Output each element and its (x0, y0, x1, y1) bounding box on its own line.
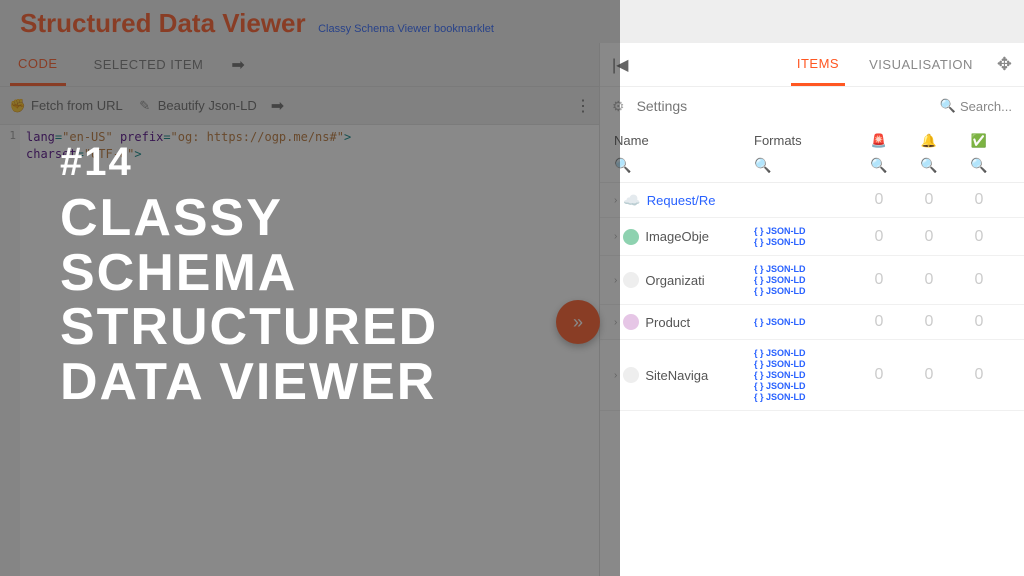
count-cell: 0 (904, 191, 954, 209)
items-list: ›☁️Request/Re000›ImageObjeJSON-LDJSON-LD… (600, 183, 1024, 411)
col-errors-icon[interactable]: 🚨 (854, 133, 904, 149)
expand-fab[interactable]: » (556, 300, 600, 344)
item-name-label: Organizati (645, 273, 704, 288)
pencil-icon: ✎ (137, 98, 153, 114)
format-badge: JSON-LD (754, 317, 854, 327)
table-header: Name Formats 🚨 🔔 ✅ (600, 125, 1024, 153)
item-name-label: SiteNaviga (645, 368, 708, 383)
filter-warnings[interactable]: 🔍 (904, 157, 954, 174)
item-name-label: Request/Re (647, 193, 716, 208)
count-cell: 0 (954, 191, 1004, 209)
count-cell: 0 (854, 366, 904, 384)
table-row[interactable]: ›ImageObjeJSON-LDJSON-LD000 (600, 218, 1024, 256)
line-gutter: 1 (0, 125, 20, 576)
chevron-right-icon[interactable]: › (614, 370, 617, 381)
item-name-label: Product (645, 315, 690, 330)
table-row[interactable]: ›☁️Request/Re000 (600, 183, 1024, 218)
fetch-icon: ✊ (10, 98, 26, 114)
more-menu-icon[interactable]: ⋮ (575, 96, 589, 116)
search-placeholder: Search... (960, 99, 1012, 114)
search-icon: 🔍 (940, 98, 956, 114)
beautify-button[interactable]: ✎ Beautify Json-LD (137, 98, 257, 114)
format-badge: JSON-LD (754, 392, 854, 402)
left-panel: CODE SELECTED ITEM ➡ ✊ Fetch from URL ✎ … (0, 43, 600, 576)
count-cell: 0 (854, 228, 904, 246)
filter-row: 🔍 🔍 🔍 🔍 🔍 (600, 153, 1024, 183)
code-editor[interactable]: 1 lang="en-US" prefix="og: https://ogp.m… (0, 125, 599, 576)
col-name[interactable]: Name (614, 133, 754, 149)
count-cell: 0 (954, 313, 1004, 331)
formats-cell: JSON-LDJSON-LDJSON-LDJSON-LDJSON-LD (754, 348, 854, 402)
col-ok-icon[interactable]: ✅ (954, 133, 1004, 149)
table-row[interactable]: ›SiteNavigaJSON-LDJSON-LDJSON-LDJSON-LDJ… (600, 340, 1024, 411)
count-cell: 0 (954, 228, 1004, 246)
chevron-right-icon[interactable]: › (614, 231, 617, 242)
table-row[interactable]: ›ProductJSON-LD000 (600, 305, 1024, 340)
format-badge: JSON-LD (754, 348, 854, 358)
chevron-right-icon[interactable]: › (614, 195, 617, 206)
count-cell: 0 (904, 366, 954, 384)
format-badge: JSON-LD (754, 381, 854, 391)
cloud-icon: ☁️ (623, 192, 640, 209)
type-dot-icon (623, 367, 639, 383)
count-cell: 0 (854, 271, 904, 289)
left-toolbar: ✊ Fetch from URL ✎ Beautify Json-LD ➡ ⋮ (0, 87, 599, 125)
count-cell: 0 (904, 228, 954, 246)
format-badge: JSON-LD (754, 237, 854, 247)
app-header: Structured Data Viewer Classy Schema Vie… (0, 0, 1024, 43)
count-cell: 0 (954, 271, 1004, 289)
right-panel: |◀ ITEMS VISUALISATION ✥ ⚙ Settings 🔍 Se… (600, 43, 1024, 576)
collapse-left-icon[interactable]: |◀ (612, 55, 628, 75)
beautify-label: Beautify Json-LD (158, 98, 257, 113)
right-tabs: |◀ ITEMS VISUALISATION ✥ (600, 43, 1024, 87)
formats-cell: JSON-LDJSON-LDJSON-LD (754, 264, 854, 296)
type-dot-icon (623, 314, 639, 330)
move-icon[interactable]: ✥ (997, 54, 1012, 75)
col-formats[interactable]: Formats (754, 133, 854, 149)
format-badge: JSON-LD (754, 359, 854, 369)
table-row[interactable]: ›OrganizatiJSON-LDJSON-LDJSON-LD000 (600, 256, 1024, 305)
chevron-right-icon[interactable]: › (614, 275, 617, 286)
format-badge: JSON-LD (754, 286, 854, 296)
tab-code[interactable]: CODE (10, 44, 66, 86)
fetch-label: Fetch from URL (31, 98, 123, 113)
col-warnings-icon[interactable]: 🔔 (904, 133, 954, 149)
format-badge: JSON-LD (754, 370, 854, 380)
format-badge: JSON-LD (754, 264, 854, 274)
right-toolbar: ⚙ Settings 🔍 Search... (600, 87, 1024, 125)
count-cell: 0 (854, 191, 904, 209)
format-badge: JSON-LD (754, 275, 854, 285)
count-cell: 0 (954, 366, 1004, 384)
tab-visualisation[interactable]: VISUALISATION (863, 45, 979, 84)
bookmarklet-link[interactable]: Classy Schema Viewer bookmarklet (318, 23, 494, 35)
code-content[interactable]: lang="en-US" prefix="og: https://ogp.me/… (20, 125, 599, 576)
fetch-url-button[interactable]: ✊ Fetch from URL (10, 98, 123, 114)
count-cell: 0 (854, 313, 904, 331)
type-dot-icon (623, 229, 639, 245)
tab-items[interactable]: ITEMS (791, 44, 845, 86)
formats-cell: JSON-LDJSON-LD (754, 226, 854, 247)
filter-errors[interactable]: 🔍 (854, 157, 904, 174)
filter-formats[interactable]: 🔍 (754, 157, 854, 174)
tab-selected-item[interactable]: SELECTED ITEM (86, 45, 212, 84)
settings-label[interactable]: Settings (637, 98, 688, 114)
chevron-right-icon[interactable]: › (614, 317, 617, 328)
item-name-label: ImageObje (645, 229, 709, 244)
formats-cell: JSON-LD (754, 317, 854, 327)
count-cell: 0 (904, 313, 954, 331)
format-badge: JSON-LD (754, 226, 854, 236)
app-title: Structured Data Viewer (20, 8, 306, 39)
count-cell: 0 (904, 271, 954, 289)
settings-icon[interactable]: ⚙ (612, 98, 625, 115)
type-dot-icon (623, 272, 639, 288)
arrow-right-icon[interactable]: ➡ (271, 96, 284, 116)
filter-ok[interactable]: 🔍 (954, 157, 1004, 174)
search-box[interactable]: 🔍 Search... (940, 98, 1012, 114)
left-tabs: CODE SELECTED ITEM ➡ (0, 43, 599, 87)
filter-name[interactable]: 🔍 (614, 157, 754, 174)
arrow-right-icon[interactable]: ➡ (231, 55, 244, 75)
